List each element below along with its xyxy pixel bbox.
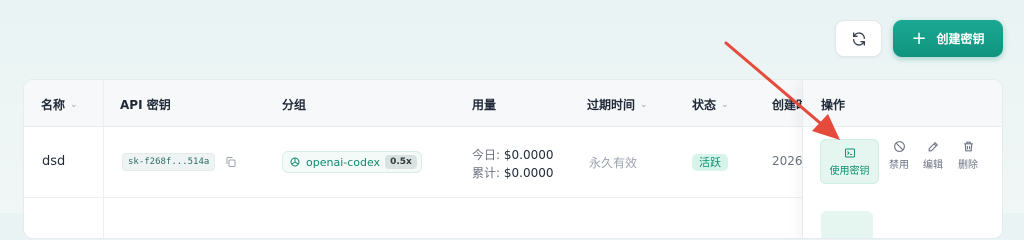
disable-label: 禁用: [889, 160, 909, 171]
column-header-usage: 用量: [472, 96, 496, 113]
use-key-button[interactable]: 使用密钥: [820, 139, 879, 184]
column-actions-label: 操作: [821, 98, 846, 112]
sort-chevron-icon: ⌄: [640, 99, 648, 110]
column-group-label: 分组: [282, 98, 307, 112]
usage-total-value: $0.0000: [503, 166, 554, 180]
created-value: 2026,: [772, 154, 802, 168]
usage-total: 累计: $0.0000: [472, 164, 554, 182]
ban-icon: [893, 141, 905, 152]
create-key-button[interactable]: + 创建密钥: [893, 20, 1003, 57]
delete-label: 删除: [958, 160, 978, 171]
status-cell: 活跃: [692, 154, 728, 171]
actions-column: 操作 使用密钥 禁用 编辑 删除: [802, 80, 1002, 238]
column-header-api-key: API 密钥: [120, 96, 171, 113]
key-name: dsd: [42, 154, 66, 169]
column-header-created[interactable]: 创建时: [772, 96, 802, 113]
column-divider: [103, 80, 104, 238]
group-chip: openai-codex 0.5x: [282, 151, 422, 173]
actions-header: 操作: [803, 80, 1002, 127]
refresh-icon: [852, 31, 865, 46]
expire-value: 永久有效: [589, 156, 638, 170]
usage-today-label: 今日:: [472, 148, 501, 162]
column-status-label: 状态: [692, 98, 717, 112]
rate-multiplier-badge: 0.5x: [385, 155, 417, 169]
column-header-expire[interactable]: 过期时间 ⌄: [587, 96, 648, 113]
usage-cell: 今日: $0.0000 累计: $0.0000: [472, 146, 554, 182]
usage-total-label: 累计:: [472, 166, 501, 180]
edit-button[interactable]: 编辑: [923, 140, 943, 171]
column-header-status[interactable]: 状态 ⌄: [692, 96, 729, 113]
sort-chevron-icon: ⌄: [721, 99, 729, 110]
status-badge: 活跃: [692, 154, 728, 171]
use-key-label: 使用密钥: [829, 165, 870, 177]
openai-icon: [290, 157, 300, 167]
keys-table: 名称 ⌄ API 密钥 分组 用量 过期时间 ⌄ 状态 ⌄ 创建时 dsd sk…: [23, 79, 1003, 239]
group-cell: openai-codex 0.5x: [282, 151, 422, 173]
delete-button[interactable]: 删除: [958, 140, 978, 171]
api-key-value: sk-f268f...514a: [122, 153, 216, 171]
column-api-key-label: API 密钥: [120, 98, 171, 112]
column-expire-label: 过期时间: [587, 98, 636, 112]
usage-today-value: $0.0000: [503, 148, 554, 162]
edit-label: 编辑: [923, 160, 943, 171]
column-header-group: 分组: [282, 96, 306, 113]
group-name: openai-codex: [306, 155, 381, 169]
refresh-button[interactable]: [835, 20, 882, 57]
copy-icon[interactable]: [225, 156, 237, 168]
column-created-label: 创建时: [772, 98, 802, 112]
toolbar: + 创建密钥: [835, 20, 1003, 57]
edit-icon: [928, 141, 938, 152]
disable-button[interactable]: 禁用: [889, 140, 909, 171]
plus-icon: +: [911, 27, 927, 49]
column-usage-label: 用量: [472, 98, 497, 112]
api-key-cell: sk-f268f...514a: [122, 153, 237, 171]
sort-chevron-icon: ⌄: [70, 99, 78, 110]
column-name-label: 名称: [41, 98, 66, 112]
column-header-name[interactable]: 名称 ⌄: [41, 96, 78, 113]
trash-icon: [963, 141, 973, 152]
usage-today: 今日: $0.0000: [472, 146, 554, 164]
create-key-label: 创建密钥: [936, 32, 985, 46]
next-row-use-key-button[interactable]: [821, 211, 873, 238]
terminal-icon: [844, 148, 855, 157]
